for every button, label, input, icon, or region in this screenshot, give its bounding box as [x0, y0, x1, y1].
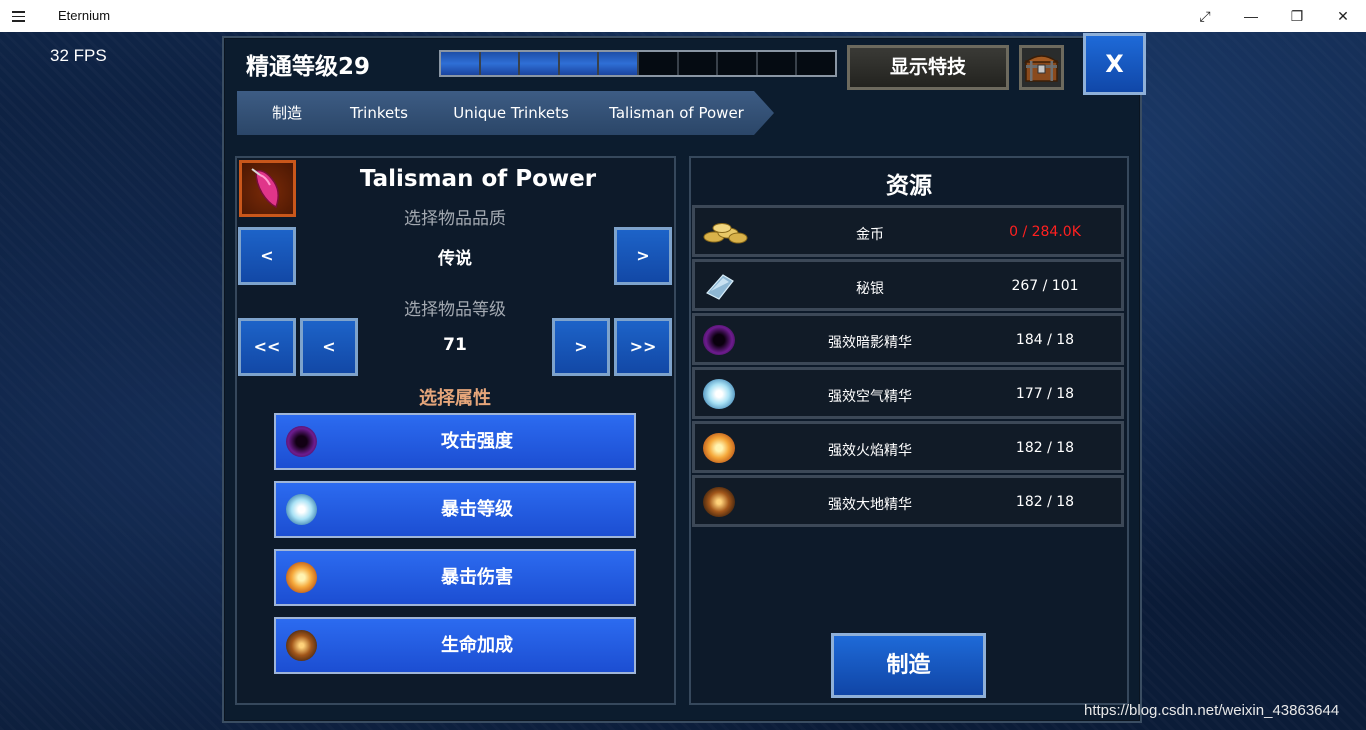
close-window-button[interactable]: ✕	[1320, 0, 1366, 32]
progress-segment	[441, 52, 481, 75]
shadow-orb-icon	[286, 426, 317, 457]
resource-quantity: 0 / 284.0K	[1009, 224, 1081, 240]
level-prev-button[interactable]: <	[300, 318, 358, 376]
progress-segment	[559, 52, 600, 75]
resource-row: 金币 0 / 284.0K	[692, 205, 1124, 257]
progress-segment	[797, 52, 835, 75]
level-next-button[interactable]: >	[552, 318, 610, 376]
quality-prev-button[interactable]: <	[238, 227, 296, 285]
close-panel-button[interactable]: X	[1083, 33, 1146, 95]
air-orb-icon	[286, 494, 317, 525]
chest-button[interactable]	[1019, 45, 1064, 90]
breadcrumb-talisman-of-power[interactable]: Talisman of Power	[579, 91, 774, 135]
air-essence-icon	[703, 379, 735, 409]
restore-button[interactable]: ❐	[1274, 0, 1320, 32]
resources-title: 资源	[886, 173, 932, 199]
level-first-button[interactable]: <<	[238, 318, 296, 376]
show-special-button[interactable]: 显示特技	[847, 45, 1009, 90]
attribute-crit-damage-button[interactable]: 暴击伤害	[274, 549, 636, 606]
progress-segment	[520, 52, 560, 75]
attribute-label: 暴击等级	[441, 499, 513, 520]
attribute-crit-rating-button[interactable]: 暴击等级	[274, 481, 636, 538]
mastery-level: 精通等级29	[246, 54, 371, 80]
resource-name: 金币	[856, 227, 884, 243]
progress-segment	[758, 52, 798, 75]
shadow-essence-icon	[703, 325, 735, 355]
attribute-label: 攻击强度	[441, 431, 513, 452]
resource-quantity: 177 / 18	[1015, 386, 1075, 402]
level-value: 71	[443, 335, 467, 355]
fire-essence-icon	[703, 433, 735, 463]
mastery-progress-bar	[439, 50, 837, 77]
attribute-attack-power-button[interactable]: 攻击强度	[274, 413, 636, 470]
resource-row: 秘银 267 / 101	[692, 259, 1124, 311]
resource-quantity: 184 / 18	[1015, 332, 1075, 348]
window-title-bar: Eternium ⤢ — ❐ ✕	[0, 0, 1366, 32]
resource-name: 强效大地精华	[828, 497, 912, 513]
resource-quantity: 182 / 18	[1015, 440, 1075, 456]
resource-name: 强效火焰精华	[828, 443, 912, 459]
quality-value: 传说	[438, 249, 472, 269]
resource-row: 强效空气精华 177 / 18	[692, 367, 1124, 419]
level-last-button[interactable]: >>	[614, 318, 672, 376]
attribute-label: 生命加成	[441, 635, 513, 656]
mithril-icon	[706, 274, 734, 300]
hamburger-menu-icon[interactable]	[12, 8, 34, 24]
treasure-chest-icon	[1023, 55, 1060, 82]
resource-row: 强效火焰精华 182 / 18	[692, 421, 1124, 473]
quality-label: 选择物品品质	[404, 209, 506, 229]
fullscreen-icon[interactable]: ⤢	[1182, 0, 1228, 32]
attribute-health-bonus-button[interactable]: 生命加成	[274, 617, 636, 674]
window-title: Eternium	[58, 8, 111, 23]
resource-name: 秘银	[856, 281, 884, 297]
resource-row: 强效大地精华 182 / 18	[692, 475, 1124, 527]
talisman-item-icon	[239, 160, 296, 217]
watermark-text: https://blog.csdn.net/weixin_43863644	[1084, 702, 1340, 719]
minimize-button[interactable]: —	[1228, 0, 1274, 32]
resource-quantity: 182 / 18	[1015, 494, 1075, 510]
gold-coins-icon	[703, 223, 748, 244]
level-label: 选择物品等级	[404, 300, 506, 320]
progress-segment	[639, 52, 679, 75]
fps-counter: 32 FPS	[50, 46, 107, 65]
earth-essence-icon	[703, 487, 735, 517]
progress-segment	[480, 52, 521, 75]
progress-segment	[718, 52, 758, 75]
resource-name: 强效空气精华	[828, 389, 912, 405]
select-attribute-label: 选择属性	[419, 388, 491, 409]
fire-orb-icon	[286, 562, 317, 593]
item-title: Talisman of Power	[359, 166, 597, 192]
craft-button[interactable]: 制造	[831, 633, 986, 698]
resource-name: 强效暗影精华	[828, 335, 912, 351]
resource-quantity: 267 / 101	[1011, 278, 1079, 294]
earth-orb-icon	[286, 630, 317, 661]
breadcrumb-unique-trinkets[interactable]: Unique Trinkets	[421, 91, 601, 135]
quality-next-button[interactable]: >	[614, 227, 672, 285]
resource-row: 强效暗影精华 184 / 18	[692, 313, 1124, 365]
progress-segment	[679, 52, 719, 75]
progress-segment	[599, 52, 639, 75]
attribute-label: 暴击伤害	[441, 567, 513, 588]
